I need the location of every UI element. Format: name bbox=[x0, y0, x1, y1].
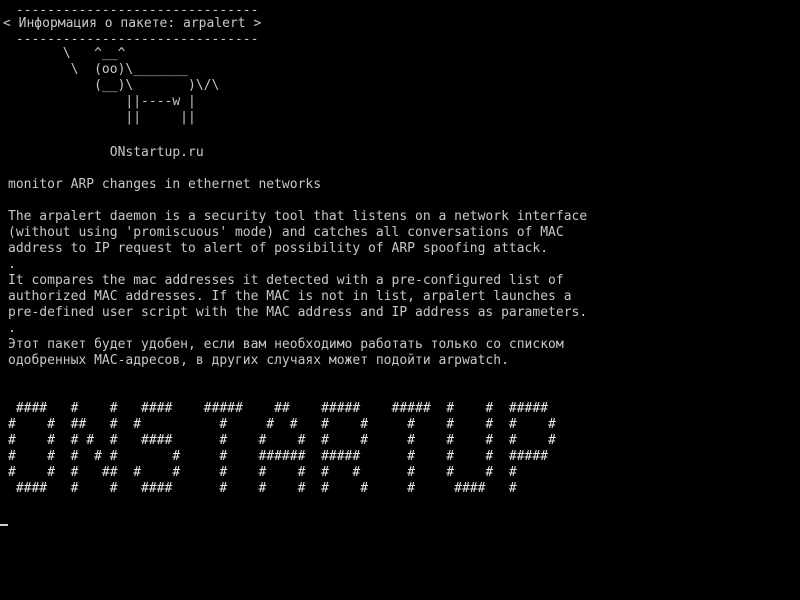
onstartup-ascii-banner: #### # # #### ##### ## ##### ##### # # #… bbox=[8, 401, 556, 496]
package-info-title: < Информация о пакете: arpalert > bbox=[3, 16, 262, 31]
terminal-cursor bbox=[0, 524, 8, 526]
package-long-description: The arpalert daemon is a security tool t… bbox=[8, 209, 588, 368]
onstartup-credit: ONstartup.ru bbox=[8, 145, 204, 160]
package-short-description: monitor ARP changes in ethernet networks bbox=[8, 177, 322, 192]
terminal-screen[interactable]: ------------------------------- < Информ… bbox=[0, 0, 800, 600]
cow-ascii-art: \ ^__^ \ (oo)\_______ (__)\ )\/\ ||----w… bbox=[62, 46, 220, 125]
